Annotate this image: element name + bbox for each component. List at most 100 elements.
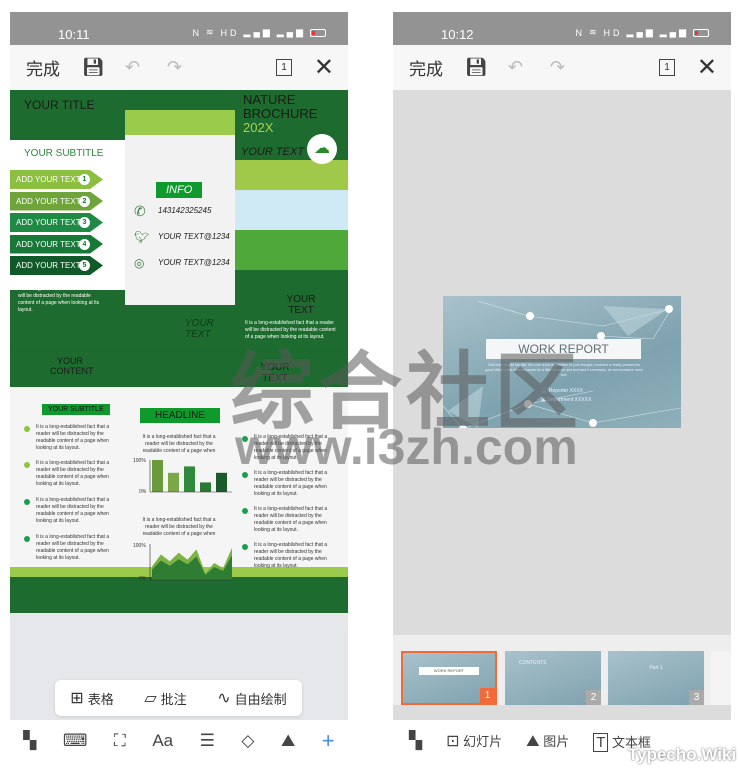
brochure-list-item: ADD YOUR TEXT 3 xyxy=(10,213,103,232)
bullet-dot xyxy=(24,536,30,542)
image-icon: ⛰ xyxy=(526,733,540,750)
frame-icon[interactable]: ⛶ xyxy=(114,731,126,751)
bullet-text: It is a long-established fact that a rea… xyxy=(36,460,110,487)
font-icon[interactable]: Aa xyxy=(152,731,173,751)
signal-icon: ▂▄▆ xyxy=(276,27,306,37)
redo-icon[interactable]: ↷ xyxy=(550,57,565,78)
insert-menu: ⊞ 表格 ▱ 批注 ∿ 自由绘制 xyxy=(55,680,302,716)
textbox-button[interactable]: T 文本框 xyxy=(593,732,651,752)
left-phone: 10:11 N ≋ HD ▂▄▆ ▂▄▆ 完成 💾︎ ↶ ↷ 1 ✕ YOUR TITL… xyxy=(10,12,348,762)
add-slide-icon: ⊡ xyxy=(446,733,460,750)
bar xyxy=(152,460,163,492)
bullet-text: It is a long-established fact that a rea… xyxy=(254,506,328,533)
menu-freehand[interactable]: ∿ 自由绘制 xyxy=(217,688,286,708)
status-bar: 10:12 N ≋ HD ▂▄▆ ▂▄▆ xyxy=(393,12,731,45)
slide-thumb-1[interactable]: WORK REPORT 1 xyxy=(401,651,497,705)
add-icon[interactable]: + xyxy=(322,728,335,754)
paint-icon[interactable]: ◇ xyxy=(241,731,254,751)
area-chart xyxy=(149,544,232,581)
area-chart-tick-min: 0% xyxy=(139,576,147,582)
apps-icon[interactable]: ▚ xyxy=(23,731,36,751)
instagram-icon: ◎ xyxy=(134,256,145,270)
nfc-icon: N xyxy=(192,27,202,38)
bar-chart-tick-max: 100% xyxy=(133,458,146,464)
area-chart-tick-max: 100% xyxy=(133,543,146,549)
clock: 10:12 xyxy=(441,27,474,42)
bullet-text: It is a long-established fact that a rea… xyxy=(36,424,110,451)
brochure-title: YOUR TITLE xyxy=(24,98,95,112)
done-button[interactable]: 完成 xyxy=(409,55,443,80)
headline: HEADLINE xyxy=(140,408,220,423)
brochure-list-item: ADD YOUR TEXT 1 xyxy=(10,170,103,189)
bar xyxy=(200,482,211,492)
save-icon[interactable]: 💾︎ xyxy=(82,57,105,78)
user-icon: 👤︎ xyxy=(541,388,549,394)
bottom-toolbar: ▚ ⌨ ⛶ Aa ☰ ◇ ⛰ + xyxy=(10,720,348,762)
right-phone: 10:12 N ≋ HD ▂▄▆ ▂▄▆ 完成 💾︎ ↶ ↷ 1 ✕ WORK REPO… xyxy=(393,12,731,762)
image-icon[interactable]: ⛰ xyxy=(281,731,295,751)
bullet-text: It is a long-established fact that a rea… xyxy=(36,534,110,561)
close-icon[interactable]: ✕ xyxy=(314,53,334,82)
table-icon: ⊞ xyxy=(70,690,84,707)
bar-chart-tick-min: 0% xyxy=(139,489,147,495)
save-icon[interactable]: 💾︎ xyxy=(465,57,488,78)
bullet-dot xyxy=(24,462,30,468)
clock: 10:11 xyxy=(58,27,90,42)
wifi-icon: ≋ xyxy=(588,27,600,37)
slide-title: WORK REPORT xyxy=(486,339,641,359)
bullet-text: It is a long-established fact that a rea… xyxy=(254,542,328,569)
nfc-icon: N xyxy=(575,27,585,38)
done-button[interactable]: 完成 xyxy=(26,55,60,80)
textbox-icon: T xyxy=(593,732,609,752)
signal-icon: ▂▄▆ xyxy=(626,27,656,37)
add-slide-button[interactable]: ⊡ 幻灯片 xyxy=(446,731,502,751)
undo-icon[interactable]: ↶ xyxy=(125,57,140,78)
slide-thumb-3[interactable]: Part 13 xyxy=(608,651,704,705)
brochure-inside: YOUR CONTENT YOUR SUBTITLE HEADLINE YOUR… xyxy=(10,352,348,613)
slide-thumbnails: WORK REPORT 1 CONTENTS 2 Part 13 xyxy=(393,635,731,705)
brochure-list-item: ADD YOUR TEXT 2 xyxy=(10,191,103,211)
slide-thumb-2[interactable]: CONTENTS 2 xyxy=(505,651,601,705)
undo-icon[interactable]: ↶ xyxy=(508,57,523,78)
page-count-button[interactable]: 1 xyxy=(276,59,292,76)
menu-comment[interactable]: ▱ 批注 xyxy=(144,688,186,708)
bullet-dot xyxy=(242,472,248,478)
bottom-toolbar: ▚ ⊡ 幻灯片 ⛰ 图片 T 文本框 xyxy=(393,720,731,762)
signal-icon: ▂▄▆ xyxy=(659,27,689,37)
keyboard-icon[interactable]: ⌨ xyxy=(63,731,88,751)
slide-thumb-4[interactable] xyxy=(711,651,731,705)
slide-canvas[interactable]: WORK REPORT Click here to add the title,… xyxy=(443,296,681,428)
sun-cloud-icon: ☁ xyxy=(307,134,337,164)
brochure-list-item: ADD YOUR TEXT 4 xyxy=(10,234,103,254)
bullet-text: It is a long-established fact that a rea… xyxy=(36,497,110,524)
phone-icon: ✆ xyxy=(134,203,146,219)
document-canvas[interactable]: YOUR TITLE YOUR SUBTITLE ADD YOUR TEXT 1 A… xyxy=(10,90,348,613)
bar-chart xyxy=(149,460,232,493)
bar xyxy=(184,466,195,492)
bullet-text: It is a long-established fact that a rea… xyxy=(254,434,328,461)
apps-icon[interactable]: ▚ xyxy=(409,731,422,751)
bullet-dot xyxy=(242,508,248,514)
info-label: INFO xyxy=(156,182,203,198)
brochure-outside: YOUR TITLE YOUR SUBTITLE ADD YOUR TEXT 1 A… xyxy=(10,90,348,350)
freehand-icon: ∿ xyxy=(217,690,231,707)
bullet-dot xyxy=(24,499,30,505)
status-bar: 10:11 N ≋ HD ▂▄▆ ▂▄▆ xyxy=(10,12,348,45)
hd-icon: HD xyxy=(220,27,240,38)
twitter-icon: 🐦︎ xyxy=(134,230,150,244)
battery-icon xyxy=(693,28,709,37)
page-count-button[interactable]: 1 xyxy=(659,59,675,76)
image-button[interactable]: ⛰ 图片 xyxy=(526,731,569,751)
wifi-icon: ≋ xyxy=(205,27,217,37)
brochure-subtitle: YOUR SUBTITLE xyxy=(24,148,104,159)
align-icon[interactable]: ☰ xyxy=(200,731,215,751)
close-icon[interactable]: ✕ xyxy=(697,53,717,82)
top-toolbar: 完成 💾︎ ↶ ↷ 1 ✕ xyxy=(10,45,348,90)
comment-icon: ▱ xyxy=(144,690,157,707)
bullet-dot xyxy=(242,436,248,442)
signal-icon: ▂▄▆ xyxy=(243,27,273,37)
menu-table[interactable]: ⊞ 表格 xyxy=(70,688,113,708)
redo-icon[interactable]: ↷ xyxy=(167,57,182,78)
top-toolbar: 完成 💾︎ ↶ ↷ 1 ✕ xyxy=(393,45,731,90)
network-decoration xyxy=(443,300,681,428)
